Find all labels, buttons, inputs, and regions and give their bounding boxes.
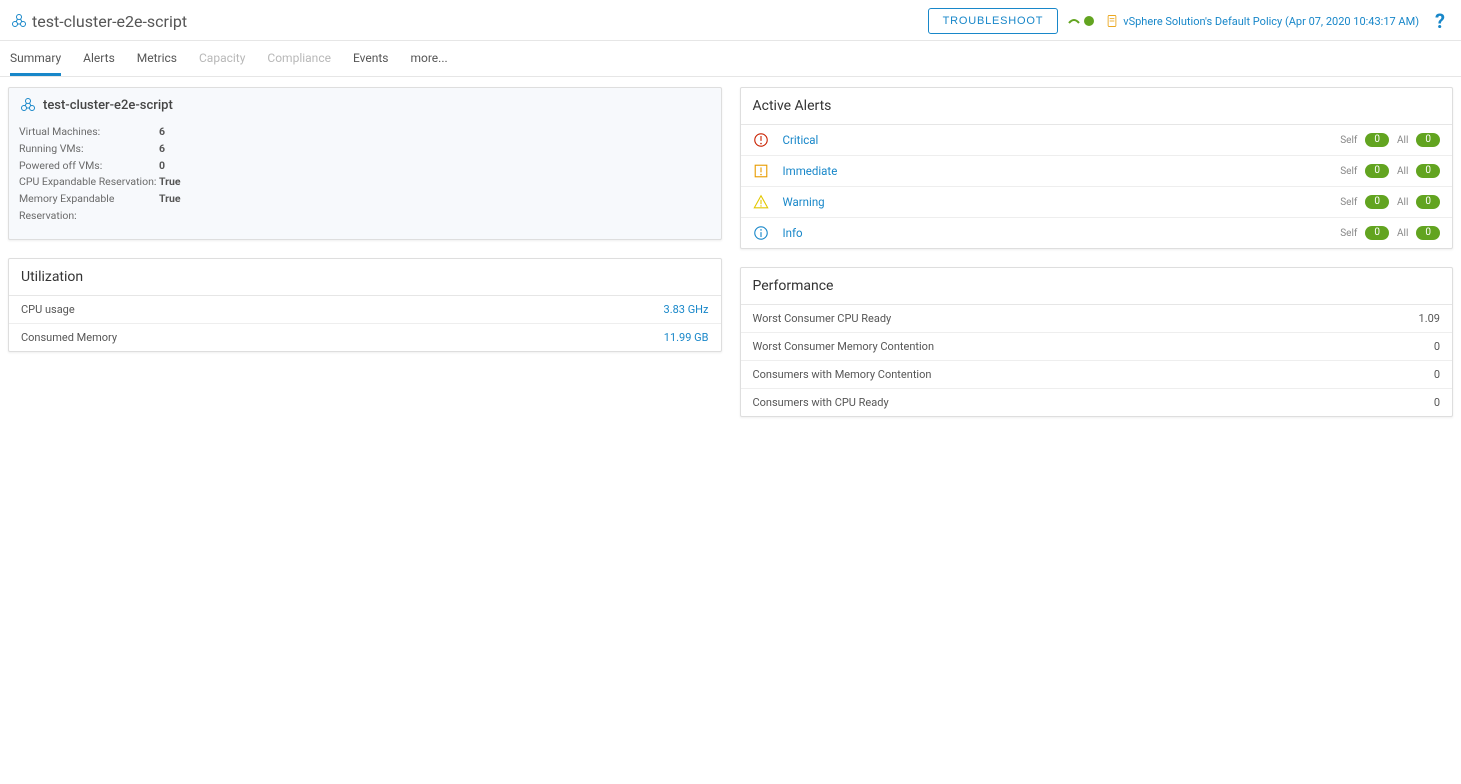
performance-row: Consumers with Memory Contention 0	[741, 361, 1453, 389]
tabs: Summary Alerts Metrics Capacity Compliance Ev…	[0, 41, 1461, 77]
info-icon	[753, 225, 769, 241]
policy-text: vSphere Solution's Default Policy (Apr 0…	[1123, 15, 1419, 28]
util-value[interactable]: 11.99 GB	[664, 331, 709, 344]
utilization-row: CPU usage 3.83 GHz	[9, 296, 721, 324]
alert-all-count[interactable]: 0	[1416, 226, 1440, 240]
content: test-cluster-e2e-script Virtual Machines…	[0, 77, 1461, 427]
overview-body: Virtual Machines:6Running VMs:6Powered o…	[9, 120, 721, 239]
tab-compliance: Compliance	[267, 41, 331, 76]
prop-val: True	[159, 191, 181, 225]
alert-row-info: Info Self 0 All 0	[741, 218, 1453, 248]
active-alerts-header: Active Alerts	[741, 88, 1453, 125]
prop-key: CPU Expandable Reservation:	[19, 174, 159, 191]
prop-key: Running VMs:	[19, 141, 159, 158]
alert-self-label: Self	[1340, 197, 1357, 208]
utilization-rows: CPU usage 3.83 GHz Consumed Memory 11.99 GB	[9, 296, 721, 351]
overview-prop: CPU Expandable Reservation:True	[19, 174, 711, 191]
alert-self-count[interactable]: 0	[1365, 195, 1389, 209]
util-name: Consumed Memory	[21, 331, 117, 344]
performance-rows: Worst Consumer CPU Ready1.09Worst Consum…	[741, 305, 1453, 416]
utilization-row: Consumed Memory 11.99 GB	[9, 324, 721, 351]
alert-all-label: All	[1397, 197, 1408, 208]
perf-name: Worst Consumer CPU Ready	[753, 312, 892, 325]
alert-self-label: Self	[1340, 135, 1357, 146]
tab-events[interactable]: Events	[353, 41, 389, 76]
perf-name: Consumers with Memory Contention	[753, 368, 932, 381]
alert-row-critical: Critical Self 0 All 0	[741, 125, 1453, 156]
overview-prop: Running VMs:6	[19, 141, 711, 158]
alert-self-count[interactable]: 0	[1365, 226, 1389, 240]
critical-icon	[753, 132, 769, 148]
header-left: test-cluster-e2e-script	[10, 12, 187, 31]
alert-all-label: All	[1397, 166, 1408, 177]
alert-self-count[interactable]: 0	[1365, 164, 1389, 178]
performance-row: Worst Consumer CPU Ready 1.09	[741, 305, 1453, 333]
cluster-icon	[10, 12, 28, 30]
tab-metrics[interactable]: Metrics	[137, 41, 177, 76]
cluster-icon	[19, 96, 37, 114]
performance-row: Worst Consumer Memory Contention 0	[741, 333, 1453, 361]
alert-self-label: Self	[1340, 166, 1357, 177]
tab-alerts[interactable]: Alerts	[83, 41, 115, 76]
prop-val: 6	[159, 141, 165, 158]
active-alerts-panel: Active Alerts Critical Self 0 All 0 Imme…	[740, 87, 1454, 249]
prop-val: True	[159, 174, 181, 191]
policy-link[interactable]: vSphere Solution's Default Policy (Apr 0…	[1105, 14, 1419, 28]
prop-key: Virtual Machines:	[19, 124, 159, 141]
perf-value: 1.09	[1419, 312, 1440, 325]
alert-label[interactable]: Immediate	[783, 164, 838, 178]
perf-value: 0	[1434, 396, 1440, 409]
status-ok-icon	[1083, 15, 1095, 27]
overview-prop: Virtual Machines:6	[19, 124, 711, 141]
util-value[interactable]: 3.83 GHz	[664, 303, 709, 316]
alert-all-count[interactable]: 0	[1416, 164, 1440, 178]
performance-panel: Performance Worst Consumer CPU Ready 1.09…	[740, 267, 1454, 417]
alert-row-immediate: Immediate Self 0 All 0	[741, 156, 1453, 187]
util-name: CPU usage	[21, 303, 75, 316]
page-header: test-cluster-e2e-script TROUBLESHOOT vSp…	[0, 0, 1461, 41]
perf-value: 0	[1434, 368, 1440, 381]
immediate-icon	[753, 163, 769, 179]
alert-self-label: Self	[1340, 228, 1357, 239]
prop-key: Memory Expandable Reservation:	[19, 191, 159, 225]
overview-prop: Memory Expandable Reservation:True	[19, 191, 711, 225]
page-title: test-cluster-e2e-script	[32, 12, 187, 31]
alert-self-count[interactable]: 0	[1365, 133, 1389, 147]
overview-title: test-cluster-e2e-script	[43, 98, 173, 113]
overview-panel: test-cluster-e2e-script Virtual Machines…	[8, 87, 722, 240]
overview-title-row: test-cluster-e2e-script	[9, 88, 721, 120]
prop-key: Powered off VMs:	[19, 158, 159, 175]
warning-icon	[753, 194, 769, 210]
troubleshoot-button[interactable]: TROUBLESHOOT	[928, 8, 1059, 34]
utilization-header: Utilization	[9, 259, 721, 296]
left-column: test-cluster-e2e-script Virtual Machines…	[8, 87, 722, 417]
alert-all-label: All	[1397, 135, 1408, 146]
status-receiving-icon	[1068, 15, 1080, 27]
performance-header: Performance	[741, 268, 1453, 305]
tab-summary[interactable]: Summary	[10, 41, 61, 76]
prop-val: 0	[159, 158, 165, 175]
performance-row: Consumers with CPU Ready 0	[741, 389, 1453, 416]
alert-all-label: All	[1397, 228, 1408, 239]
alert-rows: Critical Self 0 All 0 Immediate Self 0 A…	[741, 125, 1453, 248]
perf-value: 0	[1434, 340, 1440, 353]
utilization-panel: Utilization CPU usage 3.83 GHz Consumed Me…	[8, 258, 722, 352]
alert-all-count[interactable]: 0	[1416, 195, 1440, 209]
header-right: TROUBLESHOOT vSphere Solution's Default …	[928, 8, 1451, 34]
tab-more[interactable]: more...	[410, 41, 447, 76]
alert-row-warning: Warning Self 0 All 0	[741, 187, 1453, 218]
help-icon[interactable]: ?	[1429, 9, 1451, 33]
alert-label[interactable]: Warning	[783, 195, 825, 209]
overview-prop: Powered off VMs:0	[19, 158, 711, 175]
alert-all-count[interactable]: 0	[1416, 133, 1440, 147]
alert-label[interactable]: Info	[783, 226, 803, 240]
alert-label[interactable]: Critical	[783, 133, 819, 147]
right-column: Active Alerts Critical Self 0 All 0 Imme…	[740, 87, 1454, 417]
tab-capacity: Capacity	[199, 41, 245, 76]
perf-name: Worst Consumer Memory Contention	[753, 340, 935, 353]
prop-val: 6	[159, 124, 165, 141]
perf-name: Consumers with CPU Ready	[753, 396, 889, 409]
status-icons	[1068, 15, 1095, 27]
policy-icon	[1105, 14, 1119, 28]
